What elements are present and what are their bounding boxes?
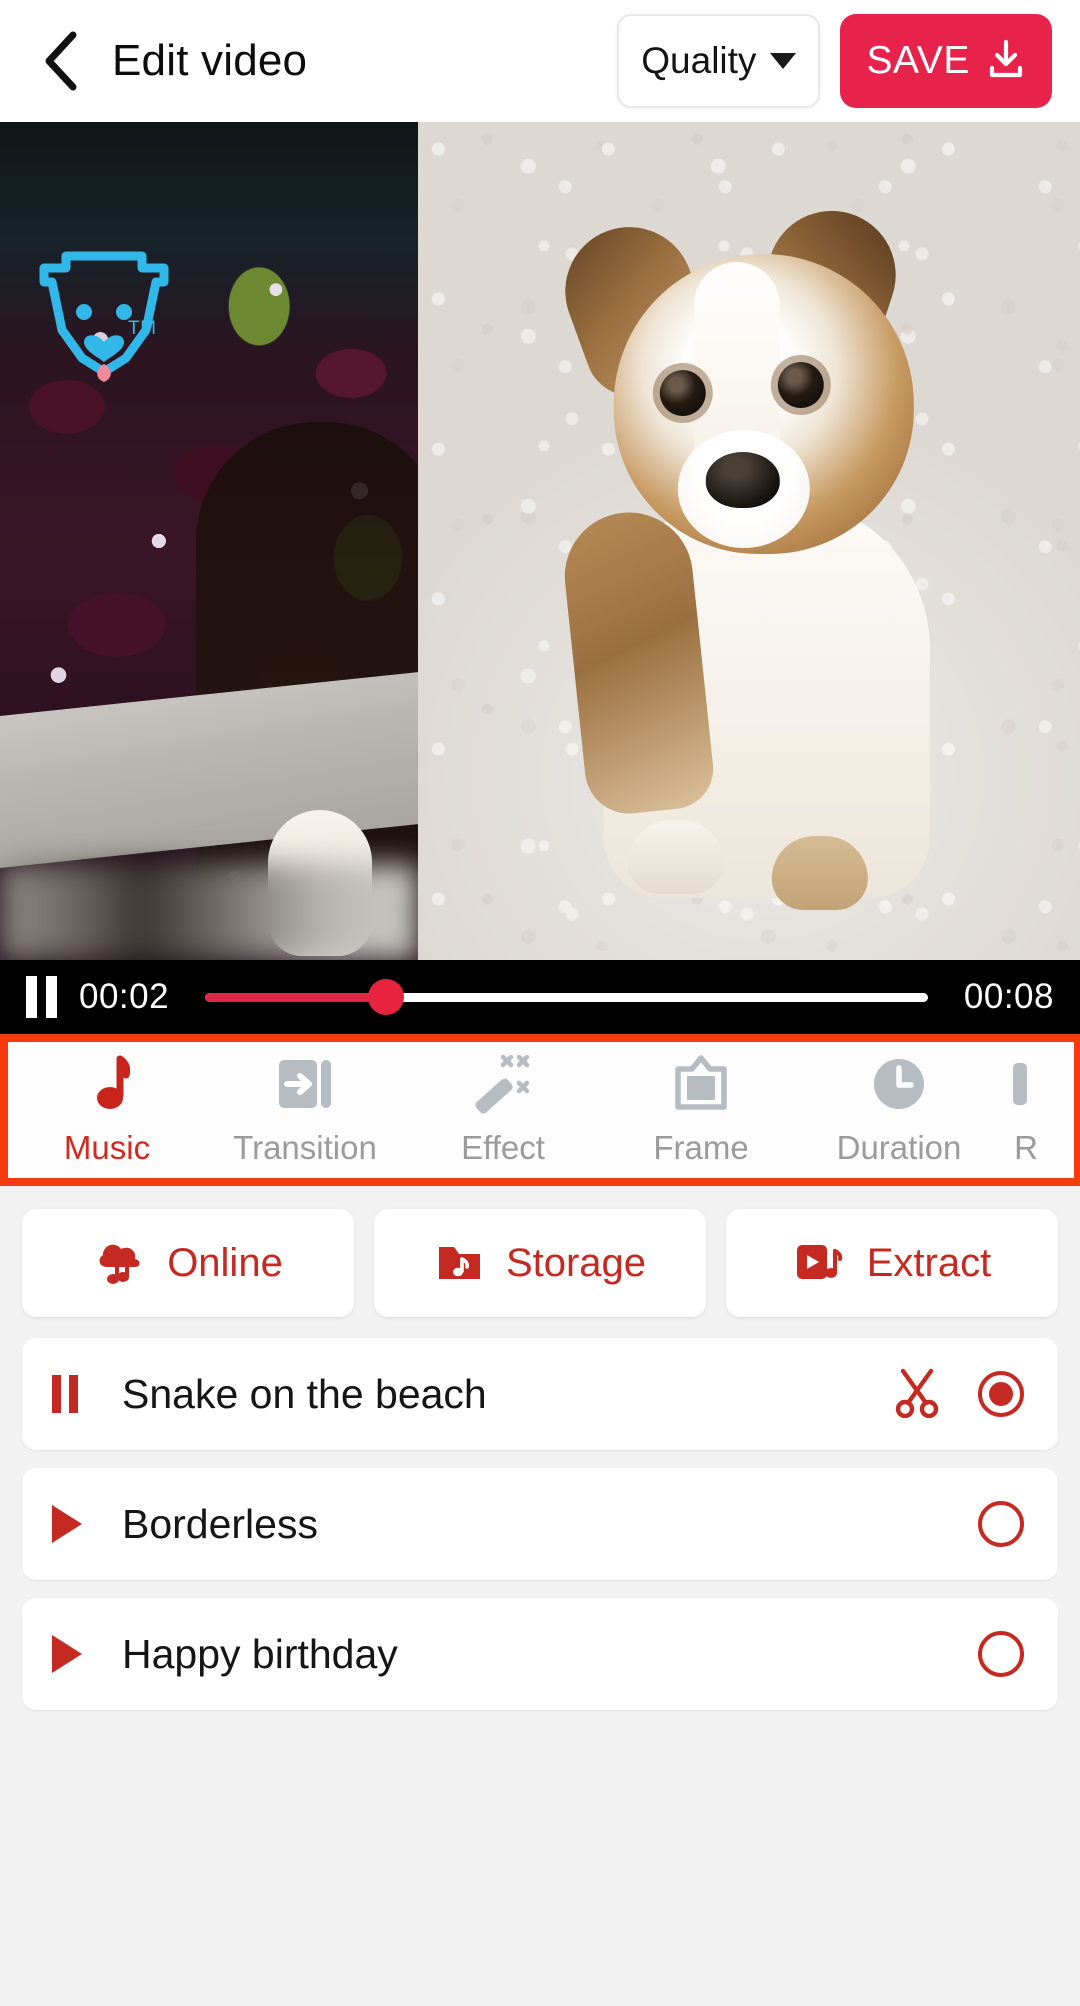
current-time: 00:02 — [79, 977, 170, 1016]
table-row[interactable]: Happy birthday — [22, 1598, 1058, 1710]
tool-label: Frame — [653, 1129, 749, 1166]
tool-music[interactable]: Music — [8, 1042, 206, 1178]
puppy-paw-right — [771, 836, 868, 910]
puppy-eye-right — [777, 362, 824, 408]
play-icon — [52, 1635, 82, 1673]
tool-frame[interactable]: Frame — [602, 1042, 800, 1178]
music-track-list: Snake on the beach Borderless Happy birt… — [0, 1330, 1080, 2006]
blurred-bottom-band — [0, 864, 418, 960]
tool-effect[interactable]: Effect — [404, 1042, 602, 1178]
tool-label: Effect — [461, 1129, 545, 1166]
table-row[interactable]: Snake on the beach — [22, 1338, 1058, 1450]
save-button[interactable]: SAVE — [840, 14, 1052, 108]
page-title: Edit video — [112, 36, 308, 85]
toolbar-highlight-frame: Music Transition Effect Frame Duration R — [0, 1034, 1080, 1186]
table-row[interactable]: Borderless — [22, 1468, 1058, 1580]
radio-unselected-icon[interactable] — [978, 1501, 1024, 1547]
puppy-subject — [547, 180, 976, 940]
video-preview[interactable]: TM — [0, 122, 1080, 960]
pause-bar-left — [26, 976, 37, 1018]
tool-label: R — [1014, 1129, 1038, 1166]
source-extract-button[interactable]: Extract — [726, 1209, 1058, 1317]
tool-duration[interactable]: Duration — [800, 1042, 998, 1178]
puppy-nose — [705, 452, 780, 508]
radio-dot — [989, 1382, 1013, 1406]
player-seekbar: 00:02 00:08 — [0, 960, 1080, 1034]
video-clip-right — [418, 122, 1080, 960]
quality-dropdown[interactable]: Quality — [617, 14, 821, 108]
seek-track[interactable] — [205, 976, 928, 1018]
app-header: Edit video Quality SAVE — [0, 0, 1080, 122]
back-button[interactable] — [30, 29, 94, 93]
save-label: SAVE — [866, 39, 970, 82]
radio-unselected-icon[interactable] — [978, 1631, 1024, 1677]
tool-ratio[interactable]: R — [998, 1042, 1054, 1178]
pause-icon — [52, 1375, 78, 1413]
pause-bar-left — [52, 1375, 61, 1413]
source-label: Online — [167, 1240, 283, 1285]
tool-transition[interactable]: Transition — [206, 1042, 404, 1178]
chevron-down-icon — [770, 53, 797, 69]
radio-selected-icon[interactable] — [978, 1371, 1024, 1417]
seek-thumb[interactable] — [367, 979, 404, 1015]
frame-picture-icon — [672, 1053, 730, 1115]
track-actions — [894, 1366, 1024, 1423]
quality-label: Quality — [641, 40, 757, 81]
track-actions — [978, 1501, 1024, 1547]
source-label: Extract — [866, 1240, 992, 1285]
tool-label: Duration — [836, 1129, 962, 1166]
edit-toolbar[interactable]: Music Transition Effect Frame Duration R — [8, 1042, 1074, 1178]
magic-wand-icon — [471, 1053, 535, 1115]
track-state-button[interactable] — [52, 1635, 92, 1673]
track-state-button[interactable] — [52, 1505, 92, 1543]
pause-bar-right — [46, 976, 57, 1018]
download-icon — [986, 38, 1026, 85]
ratio-icon — [1013, 1053, 1039, 1115]
track-actions — [978, 1631, 1024, 1677]
cloud-music-icon — [93, 1235, 147, 1292]
tool-label: Transition — [233, 1129, 377, 1166]
edit-video-screen: Edit video Quality SAVE TM 00:02 00:08 M… — [0, 0, 1080, 2006]
source-online-button[interactable]: Online — [22, 1209, 354, 1317]
track-title: Borderless — [122, 1500, 318, 1547]
watermark-tm: TM — [128, 318, 157, 339]
track-title: Happy birthday — [122, 1630, 398, 1677]
total-time: 00:08 — [963, 977, 1054, 1016]
music-note-icon — [84, 1053, 130, 1115]
clock-icon — [870, 1053, 928, 1115]
video-music-extract-icon — [793, 1235, 847, 1292]
tool-label: Music — [63, 1129, 151, 1166]
chevron-left-icon — [41, 30, 83, 92]
video-clip-left: TM — [0, 122, 418, 960]
track-title: Snake on the beach — [122, 1370, 487, 1417]
source-label: Storage — [505, 1240, 647, 1285]
dog-face-logo — [14, 238, 194, 388]
transition-arrow-icon — [275, 1053, 335, 1115]
scissors-icon[interactable] — [894, 1366, 940, 1423]
seek-track-fill — [205, 992, 386, 1002]
track-state-button[interactable] — [52, 1375, 92, 1413]
play-icon — [52, 1505, 82, 1543]
pause-bar-right — [69, 1375, 78, 1413]
puppy-paw-left — [627, 820, 724, 894]
folder-music-icon — [434, 1235, 486, 1292]
puppy-eye-left — [659, 370, 706, 416]
pause-icon[interactable] — [26, 976, 57, 1018]
source-storage-button[interactable]: Storage — [374, 1209, 706, 1317]
music-source-buttons: Online Storage Extract — [0, 1186, 1080, 1330]
